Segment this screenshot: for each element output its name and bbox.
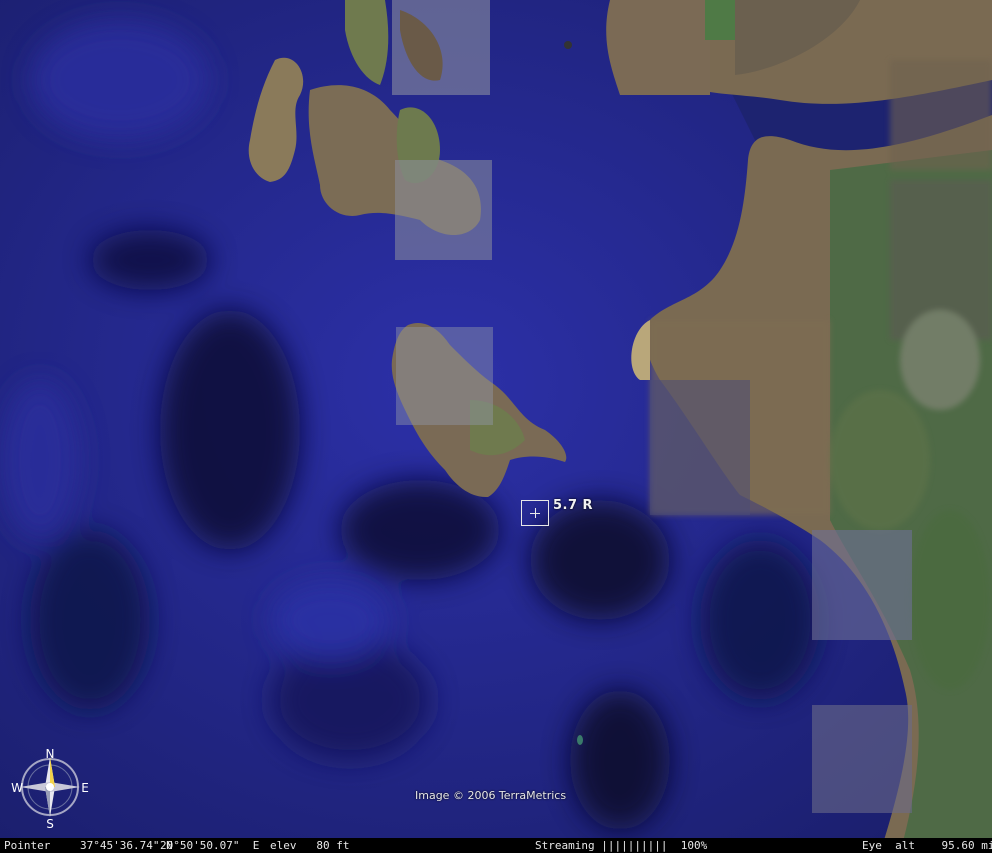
compass-north-letter: N: [46, 747, 55, 761]
crosshair-vertical: [535, 508, 536, 518]
compass-east-letter: E: [81, 781, 89, 795]
status-bar: Pointer 37°45'36.74" N 20°50'50.07" E el…: [0, 838, 992, 853]
pointer-latitude: 37°45'36.74" N: [80, 839, 173, 852]
imagery-credit: Image © 2006 TerraMetrics: [415, 789, 567, 802]
pointer-label: Pointer: [4, 839, 51, 852]
compass-west-letter: W: [11, 781, 23, 795]
streaming-status: Streaming |||||||||| 100%: [535, 839, 708, 852]
compass-south-letter: S: [46, 817, 54, 831]
satellite-map-view[interactable]: [0, 0, 992, 853]
placemark-label[interactable]: 5.7 R: [553, 498, 593, 513]
placemark-marker[interactable]: [521, 500, 551, 528]
map-imagery: [0, 0, 992, 853]
pointer-longitude: 20°50'50.07" E: [160, 839, 260, 852]
compass-icon: N S E W: [11, 747, 89, 831]
compass-rose[interactable]: N S E W: [8, 745, 96, 831]
eye-altitude: Eye alt 95.60 mi: [862, 839, 992, 852]
pointer-elevation: elev 80 ft: [270, 839, 350, 852]
